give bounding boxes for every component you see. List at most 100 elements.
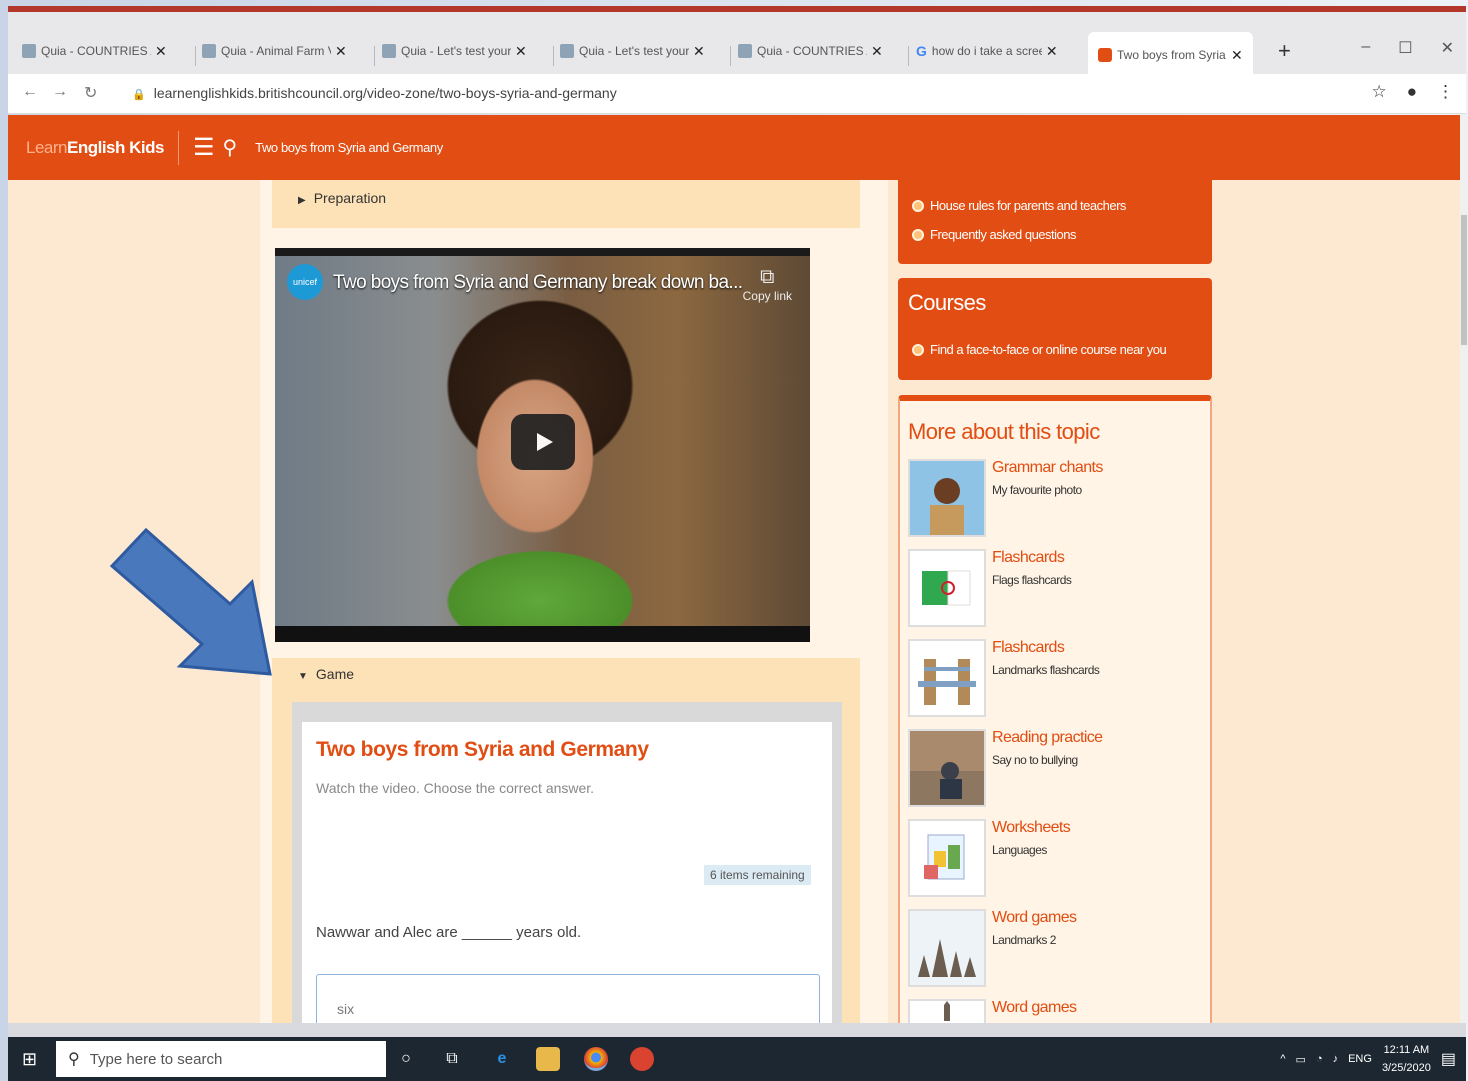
forward-icon[interactable]: →	[52, 83, 68, 101]
close-tab-icon[interactable]: ✕	[155, 43, 167, 60]
game-panel: ▼ Game Two boys from Syria and Germany Wa…	[272, 658, 860, 1023]
browser-tab[interactable]: Quia - Let's test your ✕	[382, 36, 527, 66]
languages-worksheet-icon	[910, 821, 984, 895]
bullet-icon	[912, 343, 924, 356]
sidebar-link-label: House rules for parents and teachers	[930, 198, 1126, 213]
browser-tab-active[interactable]: Two boys from Syria a ✕	[1088, 32, 1253, 78]
close-tab-icon[interactable]: ✕	[871, 43, 883, 60]
topic-category[interactable]: Word games	[992, 999, 1077, 1017]
bookmark-star-icon[interactable]: ☆	[1371, 82, 1386, 102]
topic-category[interactable]: Reading practice	[992, 729, 1103, 747]
taskbar-search-box[interactable]: ⚲ Type here to search	[56, 1041, 386, 1077]
scrollbar-thumb[interactable]	[1461, 215, 1467, 345]
tray-chevron-icon[interactable]: ^	[1280, 1053, 1285, 1065]
topic-thumbnail[interactable]	[908, 819, 986, 897]
topic-item[interactable]: Word games Landmarks 2	[908, 909, 1208, 993]
channel-logo[interactable]: unicef	[287, 264, 323, 300]
learnenglishkids-icon	[1098, 48, 1112, 62]
chrome-icon[interactable]	[584, 1047, 608, 1071]
topic-item[interactable]: Word games	[908, 999, 1208, 1023]
cortana-icon[interactable]: ○	[394, 1047, 418, 1071]
play-button[interactable]	[511, 414, 575, 470]
topic-title[interactable]: My favourite photo	[992, 483, 1082, 497]
site-logo[interactable]: LearnEnglish Kids	[26, 138, 164, 158]
close-window-icon[interactable]: ✕	[1441, 38, 1454, 58]
game-toggle[interactable]: ▼ Game	[298, 666, 354, 682]
video-title[interactable]: Two boys from Syria and Germany break do…	[333, 272, 743, 294]
notifications-icon[interactable]: ▤	[1441, 1049, 1456, 1069]
browser-tab[interactable]: G how do i take a scree ✕	[916, 36, 1058, 66]
courses-link[interactable]: Find a face-to-face or online course nea…	[912, 342, 1167, 357]
back-icon[interactable]: ←	[22, 83, 38, 101]
preparation-panel[interactable]: ▶ Preparation	[272, 180, 860, 228]
algeria-flag-icon	[910, 551, 984, 625]
topic-thumbnail[interactable]	[908, 729, 986, 807]
topic-title[interactable]: Flags flashcards	[992, 573, 1072, 587]
topic-thumbnail[interactable]	[908, 999, 986, 1023]
sidebar-link[interactable]: Frequently asked questions	[912, 227, 1212, 242]
close-tab-icon[interactable]: ✕	[1231, 47, 1243, 64]
answer-option[interactable]: six	[316, 974, 820, 1023]
hamburger-menu-icon[interactable]: ☰	[193, 133, 215, 162]
bullet-icon	[912, 228, 924, 241]
quiz-instruction: Watch the video. Choose the correct answ…	[316, 780, 595, 796]
topic-category[interactable]: Flashcards	[992, 549, 1065, 567]
sidebar: House rules for parents and teachers Fre…	[898, 170, 1214, 1023]
language-indicator[interactable]: ENG	[1348, 1053, 1372, 1065]
topic-item[interactable]: Reading practice Say no to bullying	[908, 729, 1208, 813]
topic-title[interactable]: Languages	[992, 843, 1047, 857]
topic-item[interactable]: Grammar chants My favourite photo	[908, 459, 1208, 543]
network-icon[interactable]: ◔	[1316, 1053, 1323, 1065]
lock-icon: 🔒	[132, 89, 146, 101]
page-scrollbar[interactable]	[1460, 115, 1468, 1023]
topic-thumbnail[interactable]	[908, 459, 986, 537]
sidebar-link[interactable]: House rules for parents and teachers	[912, 198, 1212, 213]
copy-link-label: Copy link	[742, 289, 792, 303]
clock[interactable]: 12:11 AM 3/25/2020	[1382, 1041, 1431, 1077]
file-explorer-icon[interactable]	[536, 1047, 560, 1071]
topic-title[interactable]: Landmarks flashcards	[992, 663, 1100, 677]
topic-category[interactable]: Grammar chants	[992, 459, 1103, 477]
powerpoint-icon[interactable]	[630, 1047, 654, 1071]
clock-time: 12:11 AM	[1383, 1044, 1430, 1056]
url-field[interactable]: 🔒 learnenglishkids.britishcouncil.org/vid…	[132, 85, 617, 101]
browser-tab[interactable]: Quia - COUNTRIES AN ✕	[22, 36, 167, 66]
menu-kebab-icon[interactable]: ⋮	[1437, 82, 1454, 102]
profile-icon[interactable]: ●	[1407, 82, 1417, 102]
topic-thumbnail[interactable]	[908, 909, 986, 987]
close-tab-icon[interactable]: ✕	[515, 43, 527, 60]
minimize-icon[interactable]: –	[1361, 38, 1370, 58]
topic-item[interactable]: Flashcards Landmarks flashcards	[908, 639, 1208, 723]
edge-browser-icon[interactable]: e	[490, 1047, 514, 1071]
grammar-chant-thumbnail-icon	[910, 461, 984, 535]
browser-tab[interactable]: Quia - Let's test your ✕	[560, 36, 705, 66]
topic-thumbnail[interactable]	[908, 639, 986, 717]
copy-link-button[interactable]: ⧉ Copy link	[743, 266, 792, 303]
topic-category[interactable]: Worksheets	[992, 819, 1071, 837]
topic-item[interactable]: Flashcards Flags flashcards	[908, 549, 1208, 633]
browser-tab[interactable]: Quia - Animal Farm V ✕	[202, 36, 347, 66]
video-player[interactable]: unicef Two boys from Syria and Germany b…	[275, 248, 810, 642]
task-view-icon[interactable]: ⧉	[440, 1047, 464, 1071]
topic-title[interactable]: Say no to bullying	[992, 753, 1078, 767]
topic-item[interactable]: Worksheets Languages	[908, 819, 1208, 903]
volume-icon[interactable]: ♪	[1333, 1053, 1339, 1065]
search-icon: ⚲	[68, 1051, 80, 1068]
search-icon[interactable]: ⚲	[222, 135, 237, 160]
topic-category[interactable]: Flashcards	[992, 639, 1065, 657]
close-tab-icon[interactable]: ✕	[1046, 43, 1058, 60]
preparation-label: Preparation	[313, 190, 387, 206]
close-tab-icon[interactable]: ✕	[693, 43, 705, 60]
url-text: learnenglishkids.britishcouncil.org/vide…	[153, 85, 617, 101]
topic-thumbnail[interactable]	[908, 549, 986, 627]
windows-start-icon[interactable]: ⊞	[22, 1049, 37, 1070]
new-tab-icon[interactable]: +	[1278, 38, 1291, 64]
browser-tab[interactable]: Quia - COUNTRIES AN ✕	[738, 36, 883, 66]
close-tab-icon[interactable]: ✕	[335, 43, 347, 60]
topic-title[interactable]: Landmarks 2	[992, 933, 1056, 947]
topic-category[interactable]: Word games	[992, 909, 1077, 927]
maximize-icon[interactable]: ☐	[1398, 38, 1412, 58]
preparation-toggle[interactable]: ▶ Preparation	[298, 190, 386, 206]
reload-icon[interactable]: ↻	[84, 83, 97, 103]
battery-icon[interactable]: ▭	[1296, 1053, 1306, 1066]
